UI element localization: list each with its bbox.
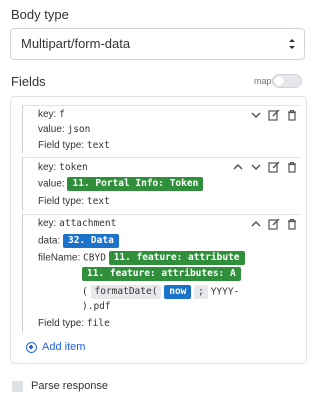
map-toggle[interactable]	[272, 74, 302, 88]
now-variable-pill[interactable]: now	[164, 285, 192, 299]
field-item: key: f value: json Field type: text	[22, 105, 301, 153]
chevron-up-icon[interactable]	[249, 217, 263, 231]
plus-circle-icon	[26, 341, 37, 353]
field-type-row: Field type: file	[38, 318, 110, 329]
value-row: value: 11. Portal Info: Token	[38, 177, 204, 191]
item-actions	[231, 160, 299, 174]
add-item-button[interactable]: Add item	[26, 341, 85, 353]
value-variable-pill[interactable]: 11. Portal Info: Token	[67, 177, 204, 191]
key-label: key:	[38, 218, 57, 229]
trash-icon[interactable]	[285, 160, 299, 174]
filename-prefix[interactable]: CBYD	[83, 253, 106, 264]
key-value[interactable]: attachment	[59, 218, 116, 229]
field-type-label: Field type:	[38, 318, 85, 329]
value-row: value: json	[38, 124, 90, 135]
select-arrows-icon	[289, 39, 295, 49]
edit-icon[interactable]	[267, 217, 281, 231]
filename-variable-pill[interactable]: 11. feature: attribute	[108, 251, 245, 265]
field-item: key: attachment data: 32. Data fileName:…	[22, 214, 301, 332]
field-item: key: token value: 11. Portal Info: Token…	[22, 157, 301, 211]
key-row: key: attachment	[38, 218, 116, 229]
chevron-down-icon[interactable]	[249, 160, 263, 174]
filename-row: fileName: CBYD 11. feature: attribute	[38, 251, 245, 265]
edit-icon[interactable]	[267, 160, 281, 174]
item-actions	[249, 108, 299, 122]
field-type-value[interactable]: text	[87, 196, 110, 207]
item-actions	[249, 217, 299, 231]
key-row: key: token	[38, 162, 88, 173]
parse-response-label: Parse response	[31, 380, 109, 392]
field-type-value[interactable]: text	[87, 140, 110, 151]
body-type-select[interactable]: Multipart/form-data	[10, 28, 305, 60]
data-label: data:	[38, 235, 61, 247]
filename-row-3: ( formatDate( now ; YYYY-	[82, 285, 239, 299]
toggle-knob	[274, 76, 284, 86]
filename-row-2: 11. feature: attributes: A	[82, 267, 241, 281]
format-date-function[interactable]: formatDate(	[90, 285, 162, 299]
field-type-value[interactable]: file	[87, 318, 110, 329]
date-format-text[interactable]: YYYY-	[211, 287, 240, 298]
func-separator: ;	[194, 285, 208, 299]
body-type-selected-value: Multipart/form-data	[21, 36, 131, 51]
chevron-up-icon[interactable]	[231, 160, 245, 174]
trash-icon[interactable]	[285, 217, 299, 231]
data-row: data: 32. Data	[38, 234, 119, 248]
field-type-row: Field type: text	[38, 196, 110, 207]
filename-label: fileName:	[38, 252, 81, 264]
edit-icon[interactable]	[267, 108, 281, 122]
value-label: value:	[38, 124, 65, 135]
key-row: key: f	[38, 109, 65, 120]
parse-response-checkbox[interactable]	[12, 380, 23, 392]
chevron-down-icon[interactable]	[249, 108, 263, 122]
body-type-label: Body type	[11, 7, 69, 22]
key-value[interactable]: f	[59, 109, 65, 120]
data-variable-pill[interactable]: 32. Data	[63, 234, 119, 248]
key-value[interactable]: token	[59, 162, 88, 173]
key-label: key:	[38, 109, 57, 120]
field-type-label: Field type:	[38, 196, 85, 207]
field-type-label: Field type:	[38, 140, 85, 151]
fields-label: Fields	[11, 74, 46, 89]
filename-row-4: ).pdf	[82, 301, 111, 312]
func-open: (	[82, 286, 88, 298]
map-label: map:	[254, 76, 275, 86]
add-item-label: Add item	[42, 341, 86, 353]
func-close: ).pdf	[82, 301, 111, 312]
key-label: key:	[38, 162, 57, 173]
value-label: value:	[38, 178, 65, 190]
trash-icon[interactable]	[285, 108, 299, 122]
field-type-row: Field type: text	[38, 140, 110, 151]
parse-response-option[interactable]: Parse response	[12, 380, 108, 392]
value-value[interactable]: json	[67, 124, 90, 135]
filename-variable-pill[interactable]: 11. feature: attributes: A	[82, 267, 241, 281]
